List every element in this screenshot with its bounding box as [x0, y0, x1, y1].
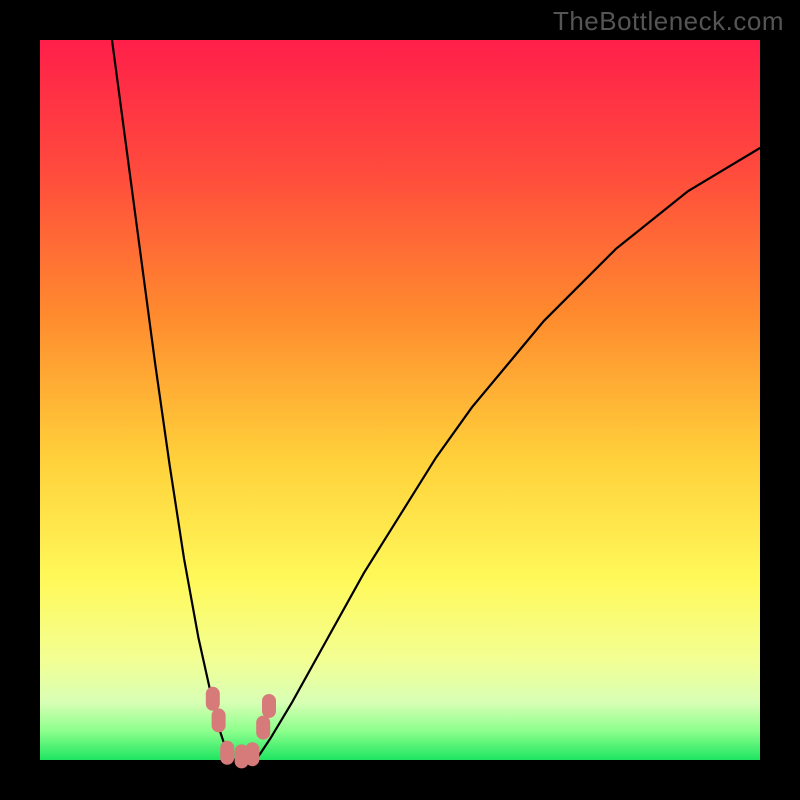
chart-svg: [40, 40, 760, 760]
marker-6: [262, 694, 276, 718]
outer-frame: TheBottleneck.com: [0, 0, 800, 800]
marker-group: [206, 687, 276, 769]
watermark-text: TheBottleneck.com: [553, 6, 784, 37]
curve-left-branch: [112, 40, 234, 760]
marker-2: [220, 741, 234, 765]
marker-1: [212, 708, 226, 732]
marker-5: [256, 716, 270, 740]
marker-0: [206, 687, 220, 711]
plot-area: [40, 40, 760, 760]
curve-group: [112, 40, 760, 760]
marker-4: [245, 742, 259, 766]
curve-right-branch: [256, 148, 760, 760]
